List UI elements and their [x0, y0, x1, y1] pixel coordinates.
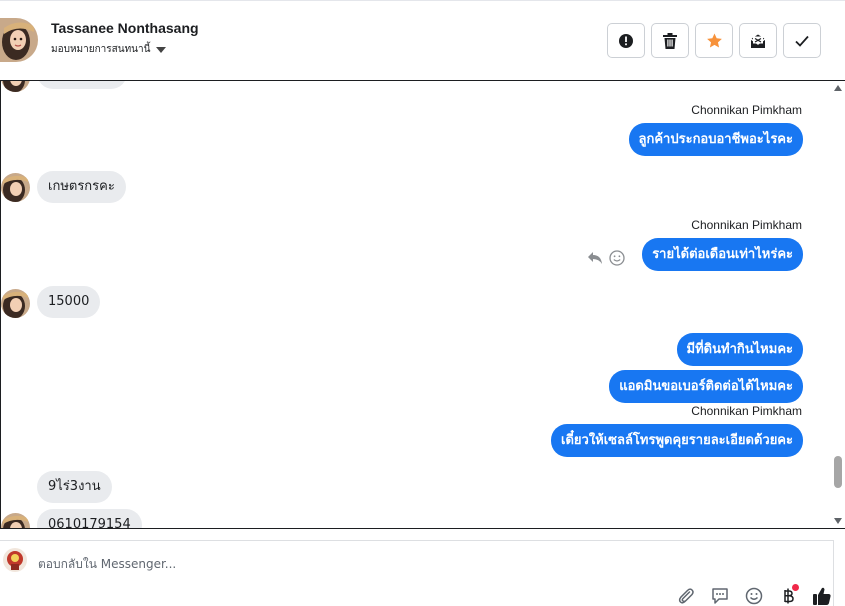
message-actions: [587, 250, 625, 266]
mark-spam-button[interactable]: [607, 23, 645, 58]
reply-icon[interactable]: [587, 251, 603, 265]
scroll-up-arrow[interactable]: [834, 85, 842, 91]
scroll-thumb[interactable]: [834, 456, 842, 488]
emoji-react-icon[interactable]: [609, 250, 625, 266]
outgoing-message[interactable]: มีที่ดินทำกินไหมคะ: [676, 333, 803, 366]
attach-button[interactable]: [674, 584, 698, 606]
saved-replies-button[interactable]: [708, 584, 732, 606]
message-thread[interactable]: Chonnikan Pimkham ลูกค้าประกอบอาชีพอะไรค…: [0, 80, 845, 529]
star-icon: [706, 33, 722, 48]
notification-dot: [792, 584, 799, 591]
reply-composer: ตอบกลับใน Messenger...: [0, 540, 834, 606]
envelope-icon: [750, 34, 766, 48]
delete-button[interactable]: [651, 23, 689, 58]
incoming-message[interactable]: เกษตรกรคะ: [37, 171, 126, 203]
incoming-message[interactable]: 9ไร่3งาน: [37, 471, 112, 503]
emoji-button[interactable]: [742, 584, 766, 606]
chat-bubble-icon: [712, 588, 728, 604]
smiley-icon: [745, 587, 763, 605]
customer-avatar: [1, 81, 30, 92]
assign-conversation-dropdown[interactable]: มอบหมายการสนทนานี้: [51, 42, 167, 57]
sender-name: Chonnikan Pimkham: [691, 103, 802, 117]
contact-avatar[interactable]: [0, 18, 38, 62]
outgoing-message[interactable]: ลูกค้าประกอบอาชีพอะไรคะ: [628, 123, 803, 156]
customer-avatar: [1, 289, 30, 318]
star-button[interactable]: [695, 23, 733, 58]
sender-name: Chonnikan Pimkham: [691, 218, 802, 232]
mark-done-button[interactable]: [783, 23, 821, 58]
incoming-message[interactable]: 15000: [37, 286, 101, 318]
inbox-conversation-window: Tassanee Nonthasang มอบหมายการสนทนานี้ C…: [0, 0, 845, 606]
contact-name[interactable]: Tassanee Nonthasang: [51, 20, 199, 36]
like-button[interactable]: [810, 584, 834, 606]
header-actions: [607, 23, 821, 58]
customer-avatar: [1, 513, 30, 528]
payment-button[interactable]: [776, 584, 800, 606]
trash-icon: [663, 32, 677, 49]
incoming-message[interactable]: 0610179154: [37, 509, 142, 528]
outgoing-message[interactable]: เดี๋ยวให้เซลล์โทรพูดคุยรายละเอียดด้วยคะ: [551, 424, 803, 457]
alert-icon: [619, 33, 633, 48]
outgoing-message[interactable]: แอดมินขอเบอร์ติดต่อได้ไหมคะ: [609, 370, 803, 403]
composer-tools: [674, 584, 834, 606]
page-avatar: [3, 548, 27, 572]
outgoing-message[interactable]: รายได้ต่อเดือนเท่าไหร่คะ: [642, 238, 803, 271]
mark-unread-button[interactable]: [739, 23, 777, 58]
sender-name: Chonnikan Pimkham: [691, 404, 802, 418]
check-icon: [795, 35, 809, 47]
conversation-header: Tassanee Nonthasang มอบหมายการสนทนานี้: [0, 0, 845, 80]
reply-input[interactable]: ตอบกลับใน Messenger...: [38, 555, 176, 574]
caret-down-icon: [156, 47, 167, 53]
paperclip-icon: [678, 588, 694, 604]
scroll-down-arrow[interactable]: [834, 518, 842, 524]
thread-scrollbar[interactable]: [833, 81, 844, 528]
assign-label: มอบหมายการสนทนานี้: [51, 44, 151, 55]
thumbs-up-icon: [813, 587, 831, 605]
incoming-message-partial: [37, 81, 127, 89]
customer-avatar: [1, 173, 30, 202]
